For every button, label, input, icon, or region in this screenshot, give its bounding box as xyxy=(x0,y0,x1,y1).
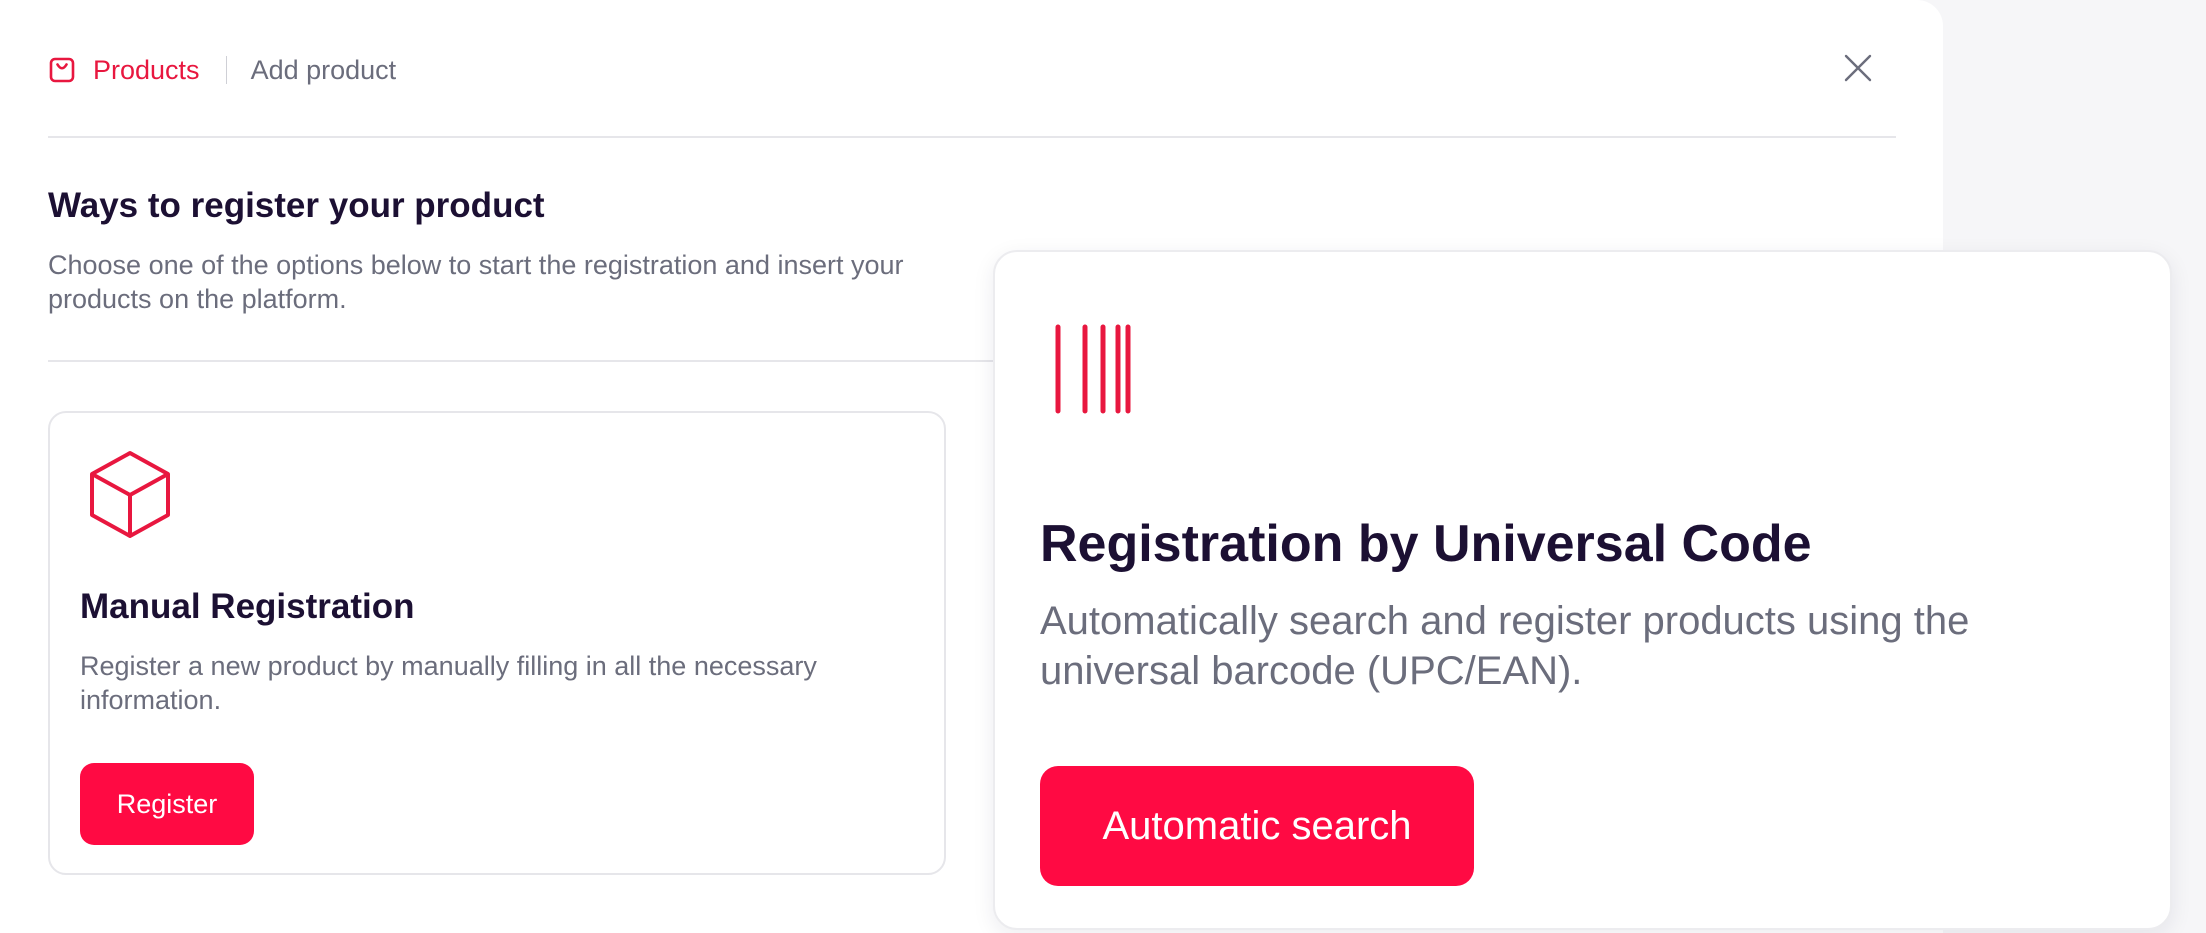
register-button[interactable]: Register xyxy=(80,763,254,845)
automatic-search-button[interactable]: Automatic search xyxy=(1040,766,1474,886)
breadcrumb-products-link[interactable]: Products xyxy=(93,55,200,86)
close-icon[interactable] xyxy=(1840,50,1876,86)
box-icon xyxy=(88,449,172,539)
universal-code-title: Registration by Universal Code xyxy=(1040,515,1812,573)
shopping-bag-icon[interactable] xyxy=(48,56,76,84)
universal-code-description: Automatically search and register produc… xyxy=(1040,599,1970,693)
breadcrumb: Products Add product xyxy=(48,48,396,92)
barcode-icon xyxy=(1055,324,1131,414)
manual-registration-title: Manual Registration xyxy=(80,587,415,626)
breadcrumb-current-page: Add product xyxy=(250,54,397,85)
manual-registration-card[interactable]: Manual Registration Register a new produ… xyxy=(48,411,946,875)
section-description: Choose one of the options below to start… xyxy=(48,250,904,314)
manual-registration-description: Register a new product by manually filli… xyxy=(80,651,817,715)
section-divider xyxy=(48,360,1008,362)
section-title: Ways to register your product xyxy=(48,186,545,225)
universal-code-registration-card[interactable]: Registration by Universal Code Automatic… xyxy=(993,250,2172,930)
header-divider xyxy=(48,136,1896,138)
breadcrumb-separator xyxy=(225,56,227,84)
